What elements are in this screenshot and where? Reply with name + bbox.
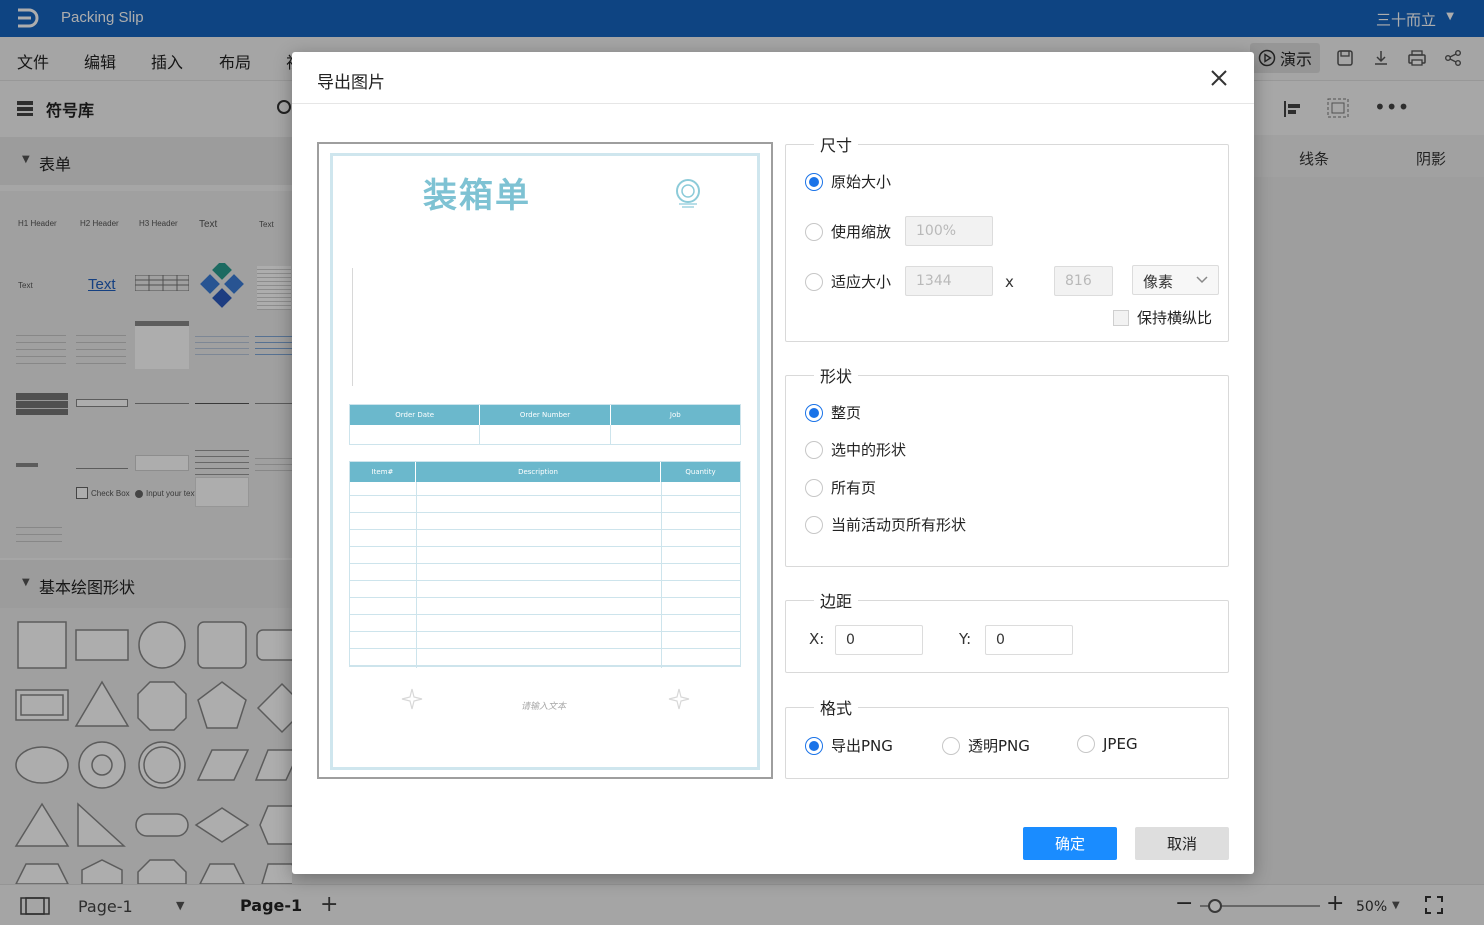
preview-col-job: Job (669, 411, 681, 419)
preview-vertical-rule (352, 268, 353, 386)
preview-items-table: Item# Description Quantity (349, 461, 741, 668)
format-option-label: 导出PNG (831, 737, 893, 755)
preview-order-table: Order Date Order Number Job (349, 404, 741, 445)
margin-x-input[interactable]: 0 (835, 625, 923, 655)
preview-doc-title: 装箱单 (423, 176, 531, 216)
unit-select-value: 像素 (1143, 273, 1174, 291)
radio-button[interactable] (805, 440, 823, 459)
shape-active-page-option[interactable]: 当前活动页所有形状 (805, 514, 966, 535)
radio-button[interactable] (805, 403, 823, 422)
size-scale-option[interactable]: 使用缩放 (805, 221, 891, 242)
dialog-header: 导出图片 (292, 52, 1254, 104)
height-input[interactable]: 816 (1054, 266, 1113, 296)
size-fit-label: 适应大小 (831, 273, 892, 291)
preview-col-description: Description (416, 462, 661, 482)
radio-button[interactable] (805, 515, 823, 534)
chevron-down-icon (1196, 276, 1208, 284)
size-original-label: 原始大小 (831, 173, 892, 191)
packing-slip-page: 装箱单 Order Date Order Number Job Item# De… (330, 153, 760, 770)
export-image-dialog: 导出图片 装箱单 Order Date Order Number Job Ite… (292, 52, 1254, 874)
unit-select[interactable]: 像素 (1132, 265, 1219, 295)
cancel-button[interactable]: 取消 (1135, 827, 1229, 860)
margin-y-label: Y: (959, 630, 972, 648)
shape-group: 形状 (785, 363, 1229, 567)
keep-ratio-label: 保持横纵比 (1137, 309, 1213, 327)
radio-button[interactable] (805, 478, 823, 497)
format-jpeg-option[interactable]: JPEG (1077, 735, 1138, 753)
width-input[interactable]: 1344 (905, 266, 993, 296)
preview-col-quantity: Quantity (685, 468, 716, 476)
confirm-button[interactable]: 确定 (1023, 827, 1117, 860)
radio-button[interactable] (805, 272, 823, 291)
preview-col-order-date: Order Date (350, 405, 481, 425)
margin-x-label: X: (809, 630, 825, 648)
size-scale-label: 使用缩放 (831, 223, 892, 241)
margin-legend: 边距 (820, 592, 853, 611)
size-fit-option[interactable]: 适应大小 (805, 271, 891, 292)
shape-all-pages-option[interactable]: 所有页 (805, 477, 876, 498)
shape-option-label: 当前活动页所有形状 (831, 516, 967, 534)
size-separator: x (1005, 273, 1014, 291)
seal-icon (676, 179, 700, 208)
scale-input[interactable]: 100% (905, 216, 993, 246)
preview-footer-text: 请输入文本 (521, 702, 567, 712)
radio-button[interactable] (805, 172, 823, 191)
sparkle-icon (401, 688, 423, 710)
format-option-label: JPEG (1103, 735, 1138, 753)
size-original-option[interactable]: 原始大小 (805, 171, 891, 192)
radio-button[interactable] (942, 736, 960, 755)
sparkle-icon (668, 688, 690, 710)
shape-selected-option[interactable]: 选中的形状 (805, 439, 906, 460)
radio-button[interactable] (805, 222, 823, 241)
format-transparent-png-option[interactable]: 透明PNG (942, 735, 1030, 756)
format-png-option[interactable]: 导出PNG (805, 735, 893, 756)
shape-option-label: 选中的形状 (831, 441, 907, 459)
format-legend: 格式 (820, 699, 853, 718)
shape-option-label: 所有页 (831, 479, 877, 497)
dialog-title: 导出图片 (317, 73, 385, 93)
size-legend: 尺寸 (820, 136, 853, 155)
export-preview: 装箱单 Order Date Order Number Job Item# De… (317, 142, 773, 779)
preview-col-item: Item# (350, 462, 416, 482)
checkbox[interactable] (1113, 309, 1129, 326)
margin-y-input[interactable]: 0 (985, 625, 1073, 655)
radio-button[interactable] (805, 736, 823, 755)
keep-ratio-checkbox[interactable]: 保持横纵比 (1113, 307, 1212, 328)
format-option-label: 透明PNG (968, 737, 1030, 755)
preview-col-order-number: Order Number (480, 405, 611, 425)
shape-whole-page-option[interactable]: 整页 (805, 402, 861, 423)
shape-option-label: 整页 (831, 404, 862, 422)
close-icon[interactable] (1208, 67, 1230, 89)
shape-legend: 形状 (820, 367, 853, 386)
radio-button[interactable] (1077, 735, 1095, 753)
